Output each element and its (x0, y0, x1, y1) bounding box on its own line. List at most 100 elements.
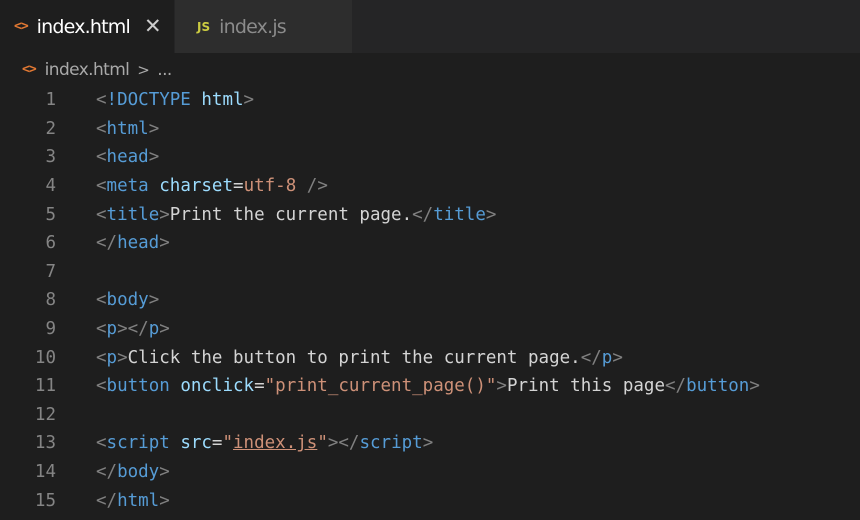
code-token: > (159, 233, 170, 254)
breadcrumb-symbols[interactable]: ... (157, 60, 172, 80)
code-line[interactable]: 13 <script src="index.js"></script> (0, 429, 860, 458)
code-content: <p></p> (96, 319, 170, 339)
code-content: <head> (96, 147, 159, 167)
code-token: p (106, 319, 118, 340)
line-number: 13 (34, 433, 56, 454)
code-token: button (686, 376, 750, 397)
code-token: body (106, 290, 149, 311)
html-file-icon: <> (14, 19, 29, 34)
code-token: Print the current page. (169, 204, 413, 225)
code-token: < (96, 347, 107, 368)
code-token: title (433, 204, 486, 225)
line-number: 3 (45, 147, 56, 168)
line-number: 7 (45, 261, 56, 282)
line-number: 6 (45, 233, 56, 254)
code-token: "print_current_page()" (264, 376, 497, 397)
tab-index-js[interactable]: JS index.js (175, 0, 352, 53)
code-line[interactable]: 5 <title>Print the current page.</title> (0, 200, 860, 229)
code-content: <p>Click the button to print the current… (96, 348, 623, 368)
code-token: ></ (327, 433, 360, 454)
breadcrumb-file[interactable]: index.html (45, 60, 130, 80)
code-token: onclick (180, 376, 255, 397)
code-line[interactable]: 11 <button onclick="print_current_page()"… (0, 372, 860, 401)
code-content: <script src="index.js"></script> (96, 433, 433, 453)
code-token: < (96, 433, 107, 454)
code-token: !DOCTYPE (106, 90, 191, 111)
code-token: < (96, 204, 107, 225)
js-file-icon: JS (197, 19, 211, 34)
code-line[interactable]: 7 (0, 258, 860, 287)
code-token: < (96, 290, 107, 311)
code-token: < (96, 90, 107, 111)
line-number: 1 (45, 90, 56, 111)
code-line[interactable]: 8 <body> (0, 286, 860, 315)
code-token: > (117, 347, 128, 368)
code-line[interactable]: 12 (0, 401, 860, 430)
code-token: script (359, 433, 423, 454)
code-token: </ (412, 204, 434, 225)
code-token: </ (580, 347, 602, 368)
code-token: </ (96, 233, 118, 254)
code-line[interactable]: 2 <html> (0, 115, 860, 144)
html-file-icon: <> (22, 62, 37, 77)
code-line[interactable]: 4 <meta charset=utf-8 /> (0, 172, 860, 201)
code-token: > (148, 118, 160, 139)
breadcrumb: <> index.html > ... (0, 53, 860, 86)
code-token: p (106, 347, 118, 368)
code-token: > (485, 204, 497, 225)
code-line[interactable]: 6 </head> (0, 229, 860, 258)
code-token: > (243, 90, 255, 111)
code-token: > (496, 376, 507, 397)
code-token: /> (306, 176, 328, 197)
code-editor[interactable]: 1 <!DOCTYPE html> 2 <html> 3 <head> 4 <meta cha… (0, 86, 860, 520)
line-number: 10 (34, 347, 56, 368)
code-line[interactable]: 14 </body> (0, 458, 860, 487)
code-content: <button onclick="print_current_page()">P… (96, 376, 760, 396)
code-token: " (222, 433, 234, 454)
code-line[interactable]: 10 <p>Click the button to print the curre… (0, 343, 860, 372)
code-token: title (106, 204, 160, 225)
line-number: 12 (34, 404, 56, 425)
line-number: 5 (45, 204, 56, 225)
code-line[interactable]: 15 </html> (0, 486, 860, 515)
code-token: > (612, 347, 623, 368)
line-number: 14 (34, 462, 56, 483)
tab-bar: <> index.html ✕ JS index.js (0, 0, 860, 53)
code-token: > (159, 204, 170, 225)
line-number: 15 (34, 490, 56, 511)
code-token: head (106, 147, 149, 168)
tab-index-html[interactable]: <> index.html ✕ (0, 0, 174, 53)
code-line[interactable]: 3 <head> (0, 143, 860, 172)
line-number: 4 (45, 176, 56, 197)
code-token: > (159, 319, 170, 340)
code-content: <title>Print the current page.</title> (96, 205, 496, 225)
code-token: < (96, 118, 107, 139)
code-token: = (254, 376, 265, 397)
code-token: </ (665, 376, 687, 397)
code-line[interactable]: 1 <!DOCTYPE html> (0, 86, 860, 115)
code-token: < (96, 376, 107, 397)
code-token: index.js (233, 433, 318, 454)
code-token: script (106, 433, 170, 454)
code-token: > (159, 462, 170, 483)
tab-label: index.html (36, 15, 131, 38)
code-token: " (317, 433, 328, 454)
code-content: </body> (96, 462, 170, 482)
code-content: <meta charset=utf-8 /> (96, 176, 328, 196)
code-token: html (106, 118, 149, 139)
code-token: body (117, 462, 160, 483)
code-content: </head> (96, 233, 170, 253)
code-content: <!DOCTYPE html> (96, 90, 254, 110)
code-token: ></ (117, 319, 149, 340)
code-line[interactable]: 9 <p></p> (0, 315, 860, 344)
code-token: < (96, 319, 107, 340)
close-icon[interactable]: ✕ (144, 16, 162, 37)
code-token: > (749, 376, 760, 397)
code-token: p (148, 319, 160, 340)
code-token: charset (159, 176, 234, 197)
